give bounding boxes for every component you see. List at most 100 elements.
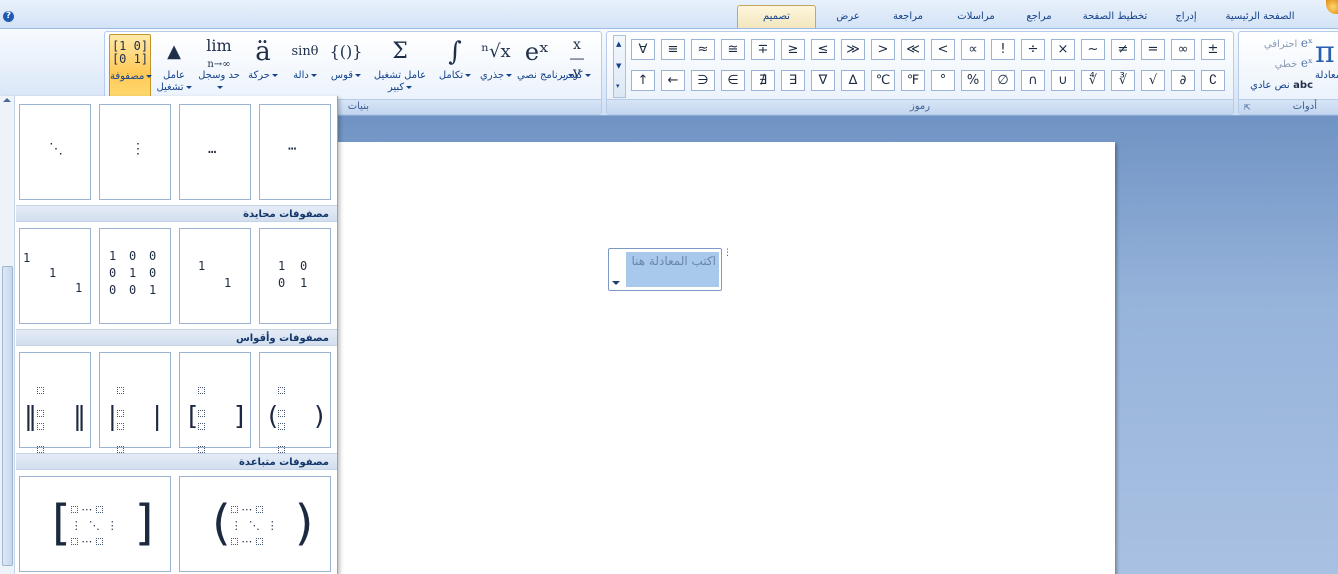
chevron-down-icon [506,73,513,77]
gallery-item-baseline-dots[interactable]: … [179,104,251,200]
tab-insert[interactable]: إدراج [1166,8,1206,28]
help-icon[interactable]: ? [3,11,14,22]
normal-text-button[interactable]: نص عادي abc [1243,78,1313,96]
matrix-entry: 0 [278,276,286,290]
accent-button[interactable]: ä حركة [243,34,283,100]
sparse-matrices-header: مصفوفات متباعدة [16,453,337,470]
symbol-button[interactable]: ∋ [691,70,715,91]
symbol-button[interactable]: ℉ [901,70,925,91]
linear-label: خطي [1274,59,1298,70]
equation-input[interactable]: اكتب المعادلة هنا [626,252,719,287]
symbol-button[interactable]: > [871,39,895,60]
bar-matrix-icon: | | [108,381,162,453]
symbol-button[interactable]: × [1051,39,1075,60]
bracketed-matrices-header: مصفوفات وأقواس [16,329,337,346]
symbol-button[interactable]: ± [1201,39,1225,60]
symbol-button[interactable]: ≅ [721,39,745,60]
symbol-button[interactable]: ∇ [811,70,835,91]
gallery-item-double-bar-matrix[interactable]: ‖ ‖ [19,352,91,453]
symbol-button[interactable]: ∂ [1171,70,1195,91]
equation-box[interactable]: اكتب المعادلة هنا ⋮ [608,248,732,291]
symbol-button[interactable]: ∓ [751,39,775,60]
office-button[interactable] [1326,0,1338,14]
tab-design[interactable]: تصميم [737,5,816,28]
gallery-item-identity-2x2-diag[interactable]: 11 [179,228,251,324]
symbol-button[interactable]: ∁ [1201,70,1225,91]
symbol-button[interactable]: ∆ [841,70,865,91]
tab-mailings[interactable]: مراسلات [944,8,1008,28]
gallery-item-identity-2x2[interactable]: 1001 [259,228,331,324]
symbol-button[interactable]: ∞ [1171,39,1195,60]
radical-button[interactable]: ⁿ√x جذري [477,34,515,100]
symbol-button[interactable]: √ [1141,70,1165,91]
equation-button[interactable]: π معادلة [1315,36,1338,96]
bracket-button[interactable]: {()} قوس [327,34,365,100]
gallery-item-diagonal-dots[interactable]: ⋱ [19,104,91,200]
symbol-button[interactable]: ∈ [721,70,745,91]
function-button[interactable]: sinθ دالة [285,34,325,100]
symbol-button[interactable]: < [931,39,955,60]
symbol-button[interactable]: = [1141,39,1165,60]
symbol-button[interactable]: ℃ [871,70,895,91]
symbol-button[interactable]: ≈ [691,39,715,60]
symbol-button[interactable]: % [961,70,985,91]
symbol-button[interactable]: ≫ [841,39,865,60]
gallery-item-vertical-dots[interactable]: ⋮ [99,104,171,200]
gallery-item-paren-matrix[interactable]: ( ) [259,352,331,453]
symbol-button[interactable]: ≤ [811,39,835,60]
symbol-button[interactable]: ÷ [1021,39,1045,60]
symbol-button[interactable]: ≥ [781,39,805,60]
integral-button[interactable]: ∫ تكامل [435,34,475,100]
gallery-item-sparse-bracket[interactable]: [ ⋯ ⋮ ⋱ ⋮ ⋯ ] [19,476,171,572]
symbol-button[interactable]: ∀ [631,39,655,60]
equation-handle-icon[interactable]: ⋮ [723,249,732,265]
chevron-down-icon: ▼ [616,62,622,70]
bracket-matrix-icon: [ ] [188,381,244,453]
chevron-down-icon [584,73,591,77]
symbol-button[interactable]: ∄ [751,70,775,91]
document-page[interactable]: اكتب المعادلة هنا ⋮ [338,142,1115,574]
matrix-button[interactable]: [1 0] [0 1] مصفوفة [109,34,153,100]
symbol-button[interactable]: ∪ [1051,70,1075,91]
gallery-scrollbar[interactable] [0,96,15,574]
tab-home[interactable]: الصفحة الرئيسية [1212,8,1308,28]
symbol-button[interactable]: ∩ [1021,70,1045,91]
linear-button[interactable]: خطي eˣ [1243,56,1313,74]
gallery-item-identity-3x3[interactable]: 100010001 [99,228,171,324]
symbol-button[interactable]: ≠ [1111,39,1135,60]
tab-page-layout[interactable]: تخطيط الصفحة [1070,8,1160,28]
symbol-button[interactable]: ° [931,70,955,91]
symbol-button[interactable]: ~ [1081,39,1105,60]
tab-references[interactable]: مراجع [1014,8,1064,28]
symbol-button[interactable]: ≪ [901,39,925,60]
gallery-item-bar-matrix[interactable]: | | [99,352,171,453]
matrix-entry: 1 [149,283,157,297]
gallery-item-midline-dots[interactable]: ⋯ [259,104,331,200]
operator-button[interactable]: ▲ عامل تشغيل [153,34,195,100]
symbol-button[interactable]: ↑ [631,70,655,91]
equation-options-dropdown[interactable] [609,276,623,290]
symbol-button[interactable]: ∛ [1111,70,1135,91]
symbol-button[interactable]: ! [991,39,1015,60]
symbol-button[interactable]: ∅ [991,70,1015,91]
fraction-button[interactable]: x ― y كسر [555,34,599,100]
symbol-button[interactable]: ∜ [1081,70,1105,91]
chevron-up-icon[interactable] [3,98,11,102]
script-button[interactable]: eˣ برنامج نصي [517,34,574,100]
limit-log-button[interactable]: lim n→∞ حد وسجل [197,34,241,100]
gallery-item-sparse-paren[interactable]: ( ⋯ ⋮ ⋱ ⋮ ⋯ ) [179,476,331,572]
symbols-scroll[interactable]: ▲ ▼ ▾ [613,35,626,98]
gallery-item-bracket-matrix[interactable]: [ ] [179,352,251,453]
symbol-button[interactable]: ← [661,70,685,91]
matrix-entry: 1 [300,276,308,290]
dialog-launcher-icon[interactable]: ⇱ [1244,103,1251,112]
tab-view[interactable]: عرض [822,8,874,28]
symbol-button[interactable]: ∝ [961,39,985,60]
large-operator-button[interactable]: Σ عامل تشغيل كبير [367,34,433,100]
symbol-button[interactable]: ≡ [661,39,685,60]
tab-review[interactable]: مراجعة [880,8,936,28]
gallery-item-identity-3x3-diag[interactable]: 1 1 1 [19,228,91,324]
gallery-scroll-thumb[interactable] [2,266,13,566]
professional-button[interactable]: احترافي eˣ [1243,36,1313,54]
symbol-button[interactable]: ∃ [781,70,805,91]
